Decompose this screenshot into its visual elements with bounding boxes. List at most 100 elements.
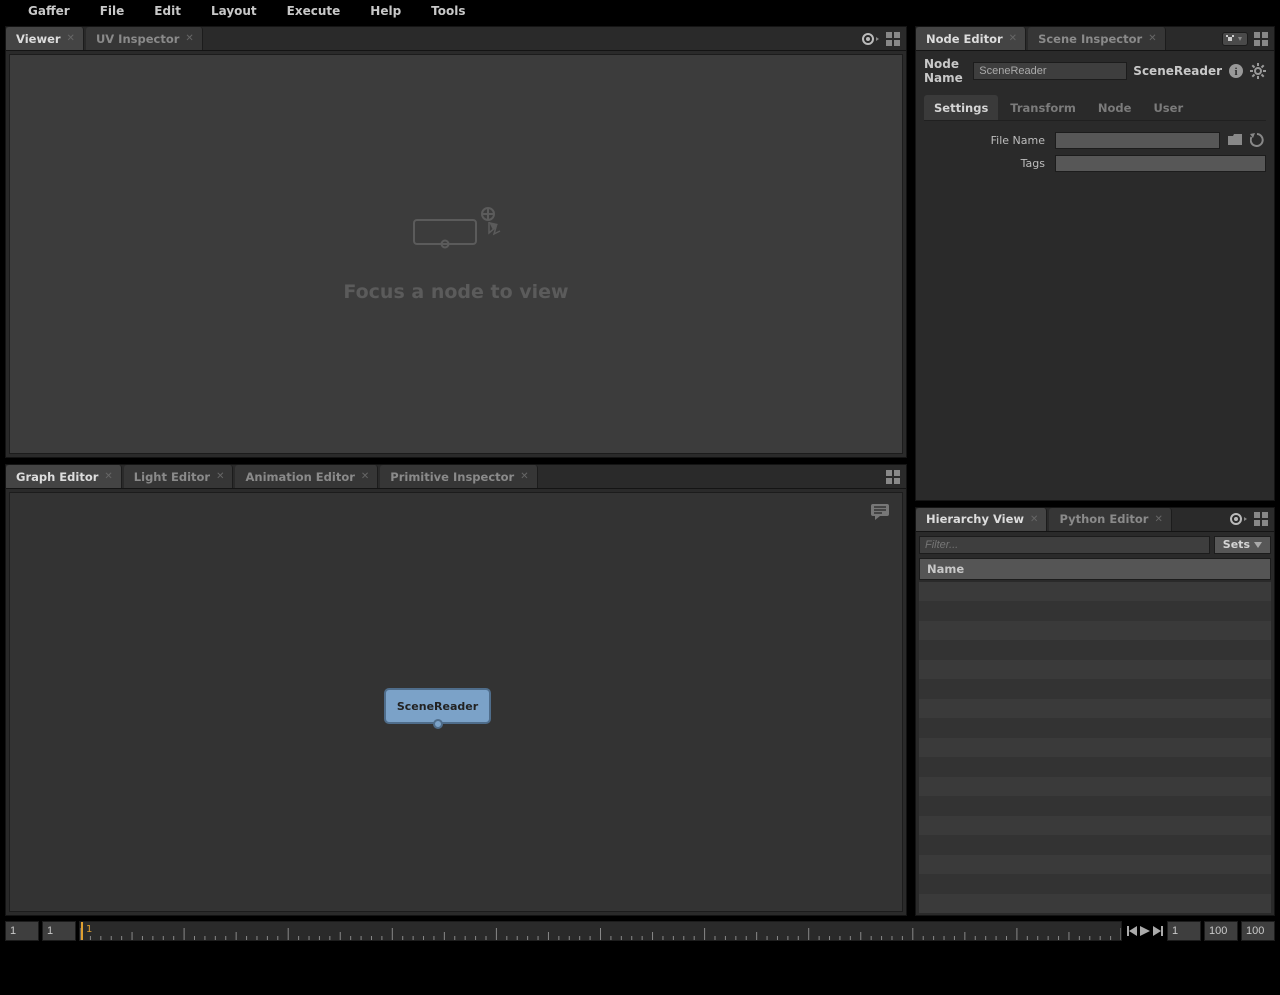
viewer-hint: Focus a node to view [343, 281, 568, 303]
close-icon[interactable]: ✕ [520, 471, 528, 482]
file-name-input[interactable] [1055, 132, 1220, 149]
pin-dropdown-icon[interactable] [1222, 32, 1248, 46]
list-item[interactable] [919, 660, 1271, 680]
skip-back-icon[interactable] [1125, 922, 1138, 940]
close-icon[interactable]: ✕ [1154, 514, 1162, 525]
list-item[interactable] [919, 718, 1271, 738]
close-icon[interactable]: ✕ [361, 471, 369, 482]
layout-grid-icon[interactable] [884, 468, 902, 486]
list-item[interactable] [919, 621, 1271, 641]
tab-viewer[interactable]: Viewer ✕ [6, 27, 84, 50]
frame-end2-input[interactable] [1241, 921, 1275, 941]
tab-uv-inspector-label: UV Inspector [96, 32, 179, 46]
list-item[interactable] [919, 757, 1271, 777]
menu-layout[interactable]: Layout [196, 4, 272, 18]
playhead[interactable] [81, 922, 83, 940]
hierarchy-rows [919, 582, 1271, 914]
close-icon[interactable]: ✕ [1030, 514, 1038, 525]
folder-icon[interactable] [1226, 131, 1244, 149]
timeline: 1 [0, 916, 1280, 946]
list-item[interactable] [919, 777, 1271, 797]
tab-graph-editor-label: Graph Editor [16, 470, 98, 484]
node-name-label: Node Name [924, 57, 967, 85]
menu-edit[interactable]: Edit [139, 4, 196, 18]
hierarchy-column-header[interactable]: Name [919, 558, 1271, 580]
tab-light-editor-label: Light Editor [134, 470, 210, 484]
playhead-label: 1 [86, 924, 92, 935]
timeline-ruler[interactable]: 1 [79, 921, 1122, 941]
svg-text:i: i [1234, 66, 1237, 78]
close-icon[interactable]: ✕ [216, 471, 224, 482]
filter-input[interactable] [919, 536, 1210, 554]
reload-icon[interactable] [1248, 131, 1266, 149]
tab-hierarchy-view-label: Hierarchy View [926, 512, 1024, 526]
list-item[interactable] [919, 796, 1271, 816]
list-item[interactable] [919, 699, 1271, 719]
tab-animation-editor[interactable]: Animation Editor ✕ [235, 465, 378, 488]
skip-forward-icon[interactable] [1151, 922, 1164, 940]
close-icon[interactable]: ✕ [1148, 33, 1156, 44]
frame-end-input[interactable] [1204, 921, 1238, 941]
list-item[interactable] [919, 816, 1271, 836]
tags-label: Tags [924, 157, 1049, 170]
list-item[interactable] [919, 679, 1271, 699]
tab-primitive-inspector-label: Primitive Inspector [390, 470, 514, 484]
focus-toggle-icon[interactable] [862, 30, 880, 48]
tab-node-editor-label: Node Editor [926, 32, 1003, 46]
tab-node-editor[interactable]: Node Editor ✕ [916, 27, 1026, 50]
viewer-viewport[interactable]: Focus a node to view [9, 54, 903, 454]
tab-python-editor-label: Python Editor [1059, 512, 1148, 526]
tab-hierarchy-view[interactable]: Hierarchy View ✕ [916, 508, 1047, 531]
viewer-panel: Viewer ✕ UV Inspector ✕ [5, 26, 907, 458]
node-name-input[interactable] [973, 62, 1127, 80]
menu-file[interactable]: File [85, 4, 140, 18]
graph-canvas[interactable]: SceneReader [9, 492, 903, 912]
list-item[interactable] [919, 855, 1271, 875]
layout-grid-icon[interactable] [1252, 30, 1270, 48]
menu-gaffer[interactable]: Gaffer [13, 4, 85, 18]
list-item[interactable] [919, 582, 1271, 602]
list-item[interactable] [919, 835, 1271, 855]
list-item[interactable] [919, 874, 1271, 894]
frame-start-input[interactable] [42, 921, 76, 941]
list-item[interactable] [919, 894, 1271, 914]
tab-primitive-inspector[interactable]: Primitive Inspector ✕ [380, 465, 537, 488]
tab-scene-inspector-label: Scene Inspector [1038, 32, 1142, 46]
focus-toggle-icon[interactable] [1230, 510, 1248, 528]
layout-grid-icon[interactable] [1252, 510, 1270, 528]
info-icon[interactable]: i [1228, 62, 1244, 80]
tab-python-editor[interactable]: Python Editor ✕ [1049, 508, 1171, 531]
node-output-port[interactable] [433, 719, 443, 729]
tab-uv-inspector[interactable]: UV Inspector ✕ [86, 27, 203, 50]
tags-input[interactable] [1055, 155, 1266, 172]
close-icon[interactable]: ✕ [1009, 33, 1017, 44]
subtab-transform[interactable]: Transform [1000, 95, 1086, 120]
graph-editor-panel: Graph Editor ✕ Light Editor ✕ Animation … [5, 464, 907, 916]
tab-graph-editor[interactable]: Graph Editor ✕ [6, 465, 122, 488]
frame-play-start-input[interactable] [1167, 921, 1201, 941]
node-scenereader[interactable]: SceneReader [384, 688, 491, 724]
close-icon[interactable]: ✕ [67, 33, 75, 44]
layout-grid-icon[interactable] [884, 30, 902, 48]
frame-current-input[interactable] [5, 921, 39, 941]
list-item[interactable] [919, 640, 1271, 660]
menu-tools[interactable]: Tools [416, 4, 480, 18]
gear-icon[interactable] [1250, 62, 1266, 80]
tab-light-editor[interactable]: Light Editor ✕ [124, 465, 234, 488]
focus-hint-icon [406, 205, 506, 255]
menu-help[interactable]: Help [355, 4, 416, 18]
tab-scene-inspector[interactable]: Scene Inspector ✕ [1028, 27, 1166, 50]
annotation-icon[interactable] [870, 503, 890, 524]
list-item[interactable] [919, 601, 1271, 621]
play-icon[interactable] [1138, 922, 1151, 940]
hierarchy-panel: Hierarchy View ✕ Python Editor ✕ [915, 507, 1275, 917]
menu-execute[interactable]: Execute [272, 4, 356, 18]
sets-dropdown[interactable]: Sets [1214, 536, 1271, 554]
subtab-settings[interactable]: Settings [924, 95, 998, 120]
tab-viewer-label: Viewer [16, 32, 61, 46]
close-icon[interactable]: ✕ [185, 33, 193, 44]
subtab-user[interactable]: User [1143, 95, 1193, 120]
close-icon[interactable]: ✕ [104, 471, 112, 482]
subtab-node[interactable]: Node [1088, 95, 1142, 120]
list-item[interactable] [919, 738, 1271, 758]
